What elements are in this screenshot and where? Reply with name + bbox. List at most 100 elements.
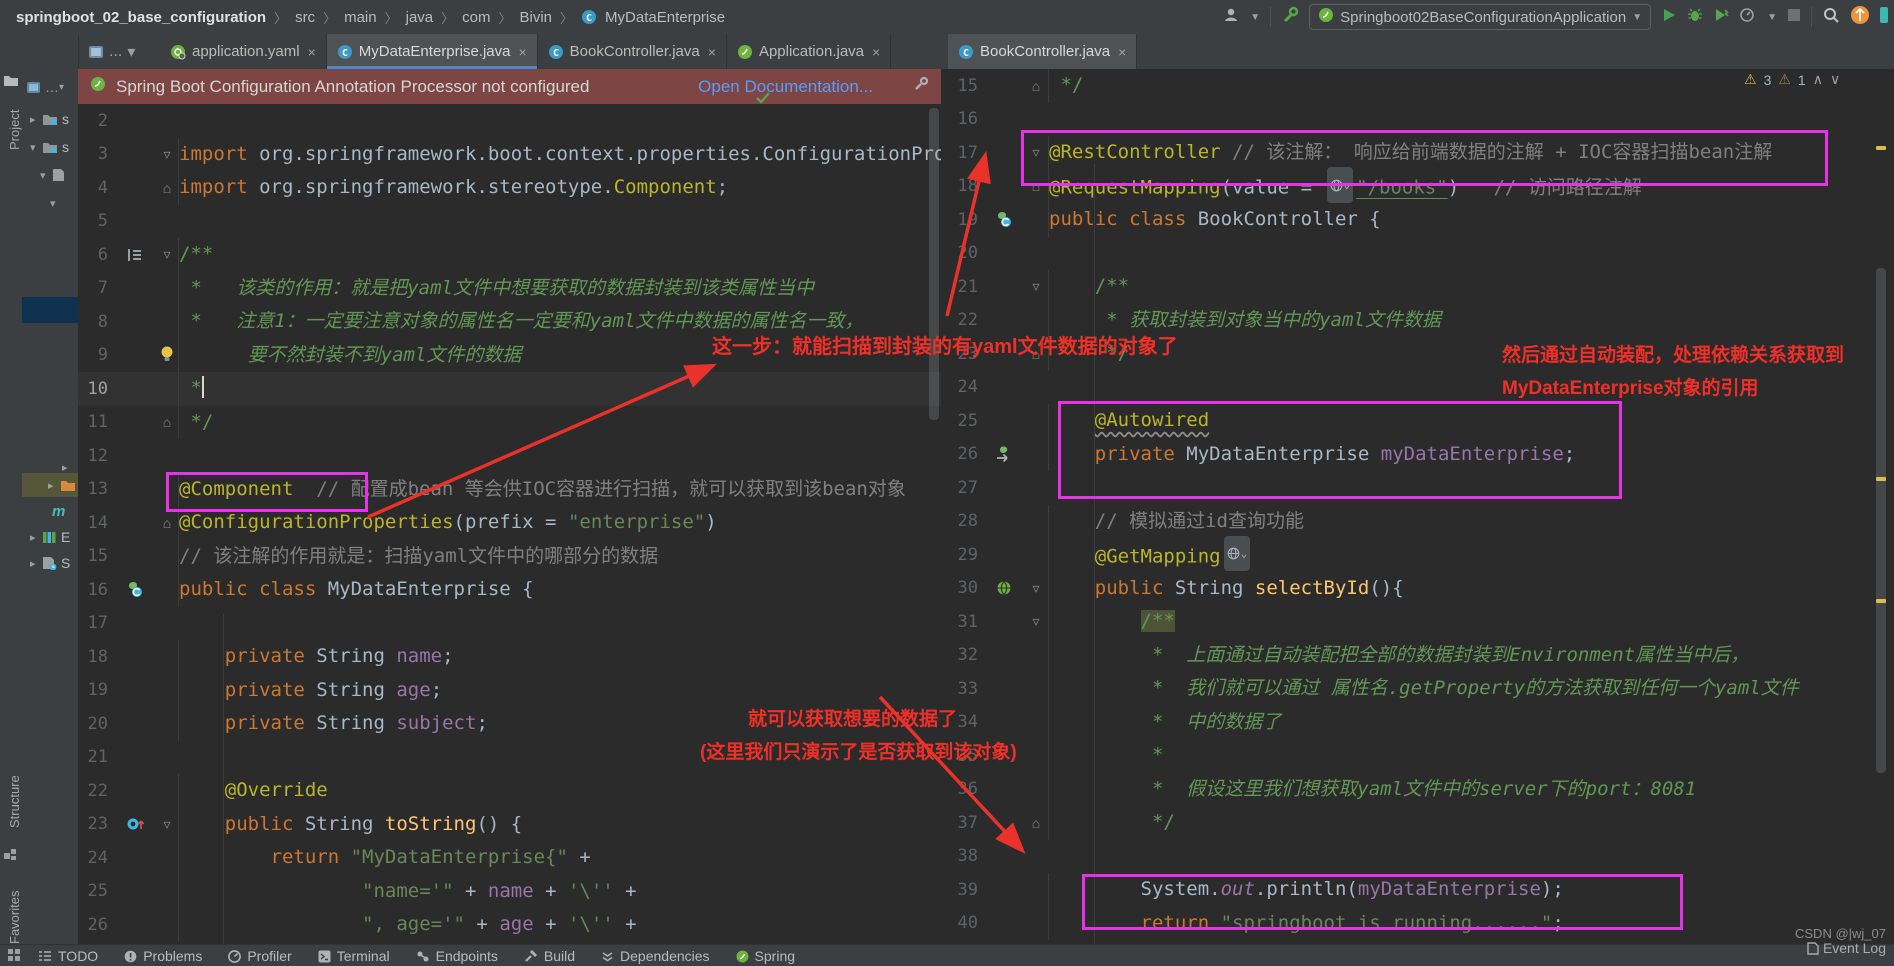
code-text[interactable]: public class MyDataEnterprise { (178, 573, 941, 607)
code-text[interactable]: "name='" + name + '\'' + (178, 875, 941, 909)
status-button-profiler[interactable]: Profiler (228, 948, 291, 964)
project-tree-row[interactable]: ▸s (22, 107, 79, 131)
code-text[interactable]: @RequestMapping(value = ⌄"/books") // 访问… (1048, 167, 1894, 205)
breadcrumb-item[interactable]: src (295, 9, 315, 26)
project-tree-row[interactable]: ▸ (22, 473, 79, 497)
code-text[interactable]: import org.springframework.stereotype.Co… (178, 171, 941, 205)
project-panel[interactable]: …▾▸s▾s▾▾▸▸m▸E▸S (22, 35, 79, 944)
code-text[interactable]: @Override (178, 774, 941, 808)
breadcrumb-separator[interactable]: 〉 (499, 8, 512, 27)
project-tree-row[interactable]: …▾ (22, 75, 79, 99)
breadcrumb-separator[interactable]: 〉 (560, 8, 573, 27)
status-button-problems[interactable]: Problems (124, 948, 202, 964)
tree-chevron-icon[interactable]: ▾ (50, 197, 62, 210)
tool-window-tab-structure[interactable]: Structure (0, 763, 22, 841)
project-tree-row[interactable]: ▸E (22, 525, 79, 549)
fold-marker-icon[interactable]: ⌂ (1024, 78, 1048, 94)
tree-chevron-icon[interactable]: ▾ (30, 141, 42, 154)
close-icon[interactable]: × (1118, 44, 1126, 60)
code-text[interactable]: return "MyDataEnterprise{" + (178, 841, 941, 875)
status-button-spring[interactable]: Spring (736, 948, 795, 964)
more-icon[interactable]: … (45, 79, 59, 95)
breadcrumb-item[interactable]: Bivin (520, 9, 553, 26)
code-text[interactable]: private String age; (178, 674, 941, 708)
tree-chevron-icon[interactable]: ▸ (48, 479, 60, 492)
project-tree-row[interactable]: ▸S (22, 551, 79, 575)
close-icon[interactable]: × (518, 44, 526, 60)
autowired-gutter-icon[interactable] (984, 446, 1024, 463)
breadcrumb-separator[interactable]: 〉 (441, 8, 454, 27)
left-editor-scrollbar[interactable] (929, 108, 939, 420)
breadcrumb-project[interactable]: springboot_02_base_configuration (16, 9, 266, 26)
breadcrumb-separator[interactable]: 〉 (385, 8, 398, 27)
fold-marker-icon[interactable]: ⌂ (1024, 178, 1048, 194)
fold-marker-icon[interactable]: ⌂ (1024, 815, 1048, 831)
tree-chevron-icon[interactable]: ▾ (40, 169, 52, 182)
code-text[interactable]: /** (1048, 270, 1894, 304)
project-tree-row[interactable]: ▾ (22, 191, 79, 215)
tab-BookController.java[interactable]: CBookController.java× (948, 34, 1137, 69)
code-text[interactable]: */ (1048, 806, 1894, 840)
tab-Application.java[interactable]: Application.java× (727, 34, 891, 69)
status-button-todo[interactable]: TODO (38, 948, 98, 964)
code-text[interactable]: /** (1048, 605, 1894, 639)
code-text[interactable]: public String selectById(){ (1048, 572, 1894, 606)
profiler-button[interactable] (1739, 7, 1757, 28)
code-text[interactable]: /** (178, 238, 941, 272)
project-tree-row[interactable]: m (22, 499, 79, 523)
code-text[interactable]: // 该注解的作用就是：扫描yaml文件中的哪部分的数据 (178, 540, 941, 574)
fold-marker-icon[interactable]: ⌂ (156, 414, 178, 430)
inspections-ok-icon[interactable] (755, 91, 771, 110)
plugin-icon[interactable] (1880, 5, 1888, 30)
mapping-gutter-icon[interactable] (984, 580, 1024, 596)
url-inlay-globe-icon[interactable]: ⌄ (1327, 167, 1354, 203)
open-documentation-link[interactable]: Open Documentation... (698, 77, 873, 97)
fold-marker-icon[interactable]: ▿ (1024, 613, 1048, 630)
fold-marker-icon[interactable]: ▿ (1024, 144, 1048, 161)
code-text[interactable]: System.out.println(myDataEnterprise); (1048, 873, 1894, 907)
code-text[interactable]: private String name; (178, 640, 941, 674)
profiler-dropdown-icon[interactable]: ▼ (1767, 12, 1777, 23)
close-icon[interactable]: × (872, 44, 880, 60)
wrench-icon[interactable] (1281, 6, 1299, 29)
project-folder-icon[interactable] (3, 73, 19, 89)
user-dropdown-icon[interactable]: ▼ (1250, 12, 1260, 23)
breadcrumb-class[interactable]: MyDataEnterprise (605, 9, 725, 26)
code-text[interactable]: * (178, 372, 941, 406)
tree-chevron-icon[interactable]: ▸ (30, 557, 42, 570)
inspections-widget[interactable]: ⚠3 ⚠1 ∧ ∨ (1744, 71, 1840, 88)
chevron-down-icon[interactable]: ▾ (59, 82, 64, 93)
tool-window-tab-favorites[interactable]: Favorites (0, 881, 22, 953)
project-tree-row[interactable]: ▾ (22, 163, 79, 187)
editor-left-MyDataEnterprise[interactable]: Spring Boot Configuration Annotation Pro… (78, 69, 941, 944)
intention-bulb-icon[interactable] (156, 345, 178, 366)
code-text[interactable]: ", age='" + age + '\'' + (178, 908, 941, 942)
close-icon[interactable]: × (708, 44, 716, 60)
run-button[interactable] (1661, 7, 1677, 28)
breadcrumb-separator[interactable]: 〉 (274, 8, 287, 27)
code-text[interactable]: * 我们就可以通过 属性名.getProperty的方法获取到任何一个yaml文… (1048, 672, 1894, 706)
override-gutter-icon[interactable] (114, 816, 156, 832)
next-warning-icon[interactable]: ∨ (1830, 71, 1840, 88)
tool-window-tab-project[interactable]: Project (0, 95, 22, 165)
code-text[interactable]: * 中的数据了 (1048, 706, 1894, 740)
tab-BookController.java[interactable]: CBookController.java× (538, 34, 727, 69)
breadcrumb-separator[interactable]: 〉 (323, 8, 336, 27)
event-log-button[interactable]: Event Log (1806, 941, 1886, 956)
prev-warning-icon[interactable]: ∧ (1813, 71, 1823, 88)
fold-marker-icon[interactable]: ▿ (1024, 278, 1048, 295)
code-text[interactable]: * 该类的作用：就是把yaml文件中想要获取的数据封装到该类属性当中 (178, 272, 941, 306)
fold-marker-icon[interactable]: ⌂ (156, 515, 178, 531)
run-configuration-select[interactable]: Springboot02BaseConfigurationApplication… (1309, 4, 1651, 30)
breadcrumb-item[interactable]: main (344, 9, 377, 26)
tab-controls[interactable]: ... ▾ (80, 34, 143, 69)
project-tree-row[interactable]: ▾s (22, 135, 79, 159)
warning-stripe-mark[interactable] (1876, 599, 1886, 603)
right-editor-scrollbar[interactable] (1876, 268, 1886, 773)
status-button-terminal[interactable]: Terminal (318, 948, 390, 964)
fold-marker-icon[interactable]: ▿ (156, 146, 178, 163)
bean-gutter-icon[interactable] (114, 581, 156, 598)
breadcrumb-item[interactable]: com (462, 9, 490, 26)
code-text[interactable]: public class BookController { (1048, 203, 1894, 237)
banner-settings-icon[interactable] (913, 76, 929, 97)
